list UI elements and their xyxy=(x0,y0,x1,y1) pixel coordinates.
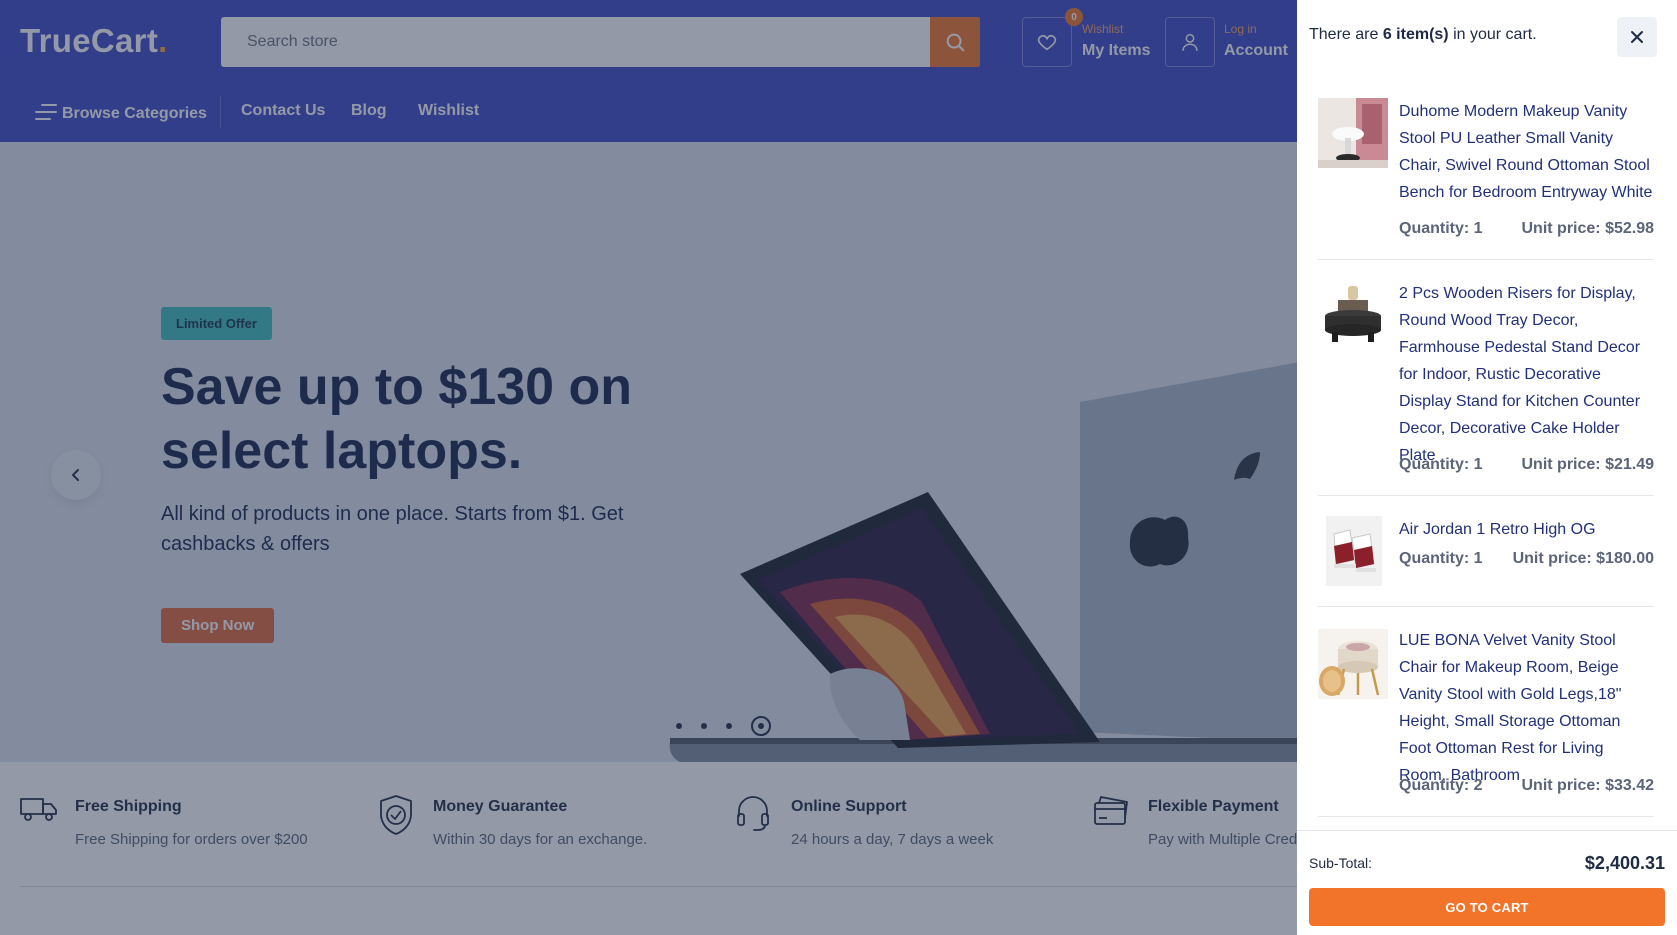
cart-drawer: There are 6 item(s) in your cart. Duhome… xyxy=(1297,0,1677,935)
cart-summary-heading: There are 6 item(s) in your cart. xyxy=(1309,26,1537,44)
product-thumbnail-air-jordan[interactable] xyxy=(1326,516,1382,586)
product-thumbnail-wooden-risers[interactable] xyxy=(1318,282,1388,352)
product-thumbnail-vanity-stool[interactable] xyxy=(1318,98,1388,168)
cart-heading-suffix: in your cart. xyxy=(1453,26,1537,43)
subtotal-label: Sub-Total: xyxy=(1309,855,1373,871)
cart-item-quantity: Quantity: 1 xyxy=(1399,456,1483,473)
cart-item: 2 Pcs Wooden Risers for Display, Round W… xyxy=(1318,260,1654,496)
cart-item-count: 6 item(s) xyxy=(1382,26,1449,43)
cart-heading-prefix: There are xyxy=(1309,26,1379,43)
modal-backdrop[interactable] xyxy=(0,0,1297,935)
cart-footer: Sub-Total: $2,400.31 GO TO CART xyxy=(1297,830,1677,935)
cart-item-list[interactable]: Duhome Modern Makeup Vanity Stool PU Lea… xyxy=(1318,78,1654,830)
go-to-cart-button[interactable]: GO TO CART xyxy=(1309,888,1665,926)
cart-item-unit-price: Unit price: $33.42 xyxy=(1521,777,1655,794)
cart-item-quantity: Quantity: 1 xyxy=(1399,220,1483,237)
cart-item-unit-price: Unit price: $52.98 xyxy=(1521,220,1655,237)
close-cart-button[interactable] xyxy=(1617,17,1657,57)
cart-item: LUE BONA Velvet Vanity Stool Chair for M… xyxy=(1318,607,1654,817)
cart-item-quantity: Quantity: 1 xyxy=(1399,550,1483,567)
cart-item-name[interactable]: Duhome Modern Makeup Vanity Stool PU Lea… xyxy=(1399,98,1654,206)
cart-item-quantity: Quantity: 2 xyxy=(1399,777,1483,794)
close-icon xyxy=(1631,31,1643,43)
product-thumbnail-velvet-stool[interactable] xyxy=(1318,629,1388,699)
cart-item-unit-price: Unit price: $21.49 xyxy=(1521,456,1655,473)
cart-item-name[interactable]: 2 Pcs Wooden Risers for Display, Round W… xyxy=(1399,280,1654,469)
cart-item-name[interactable]: LUE BONA Velvet Vanity Stool Chair for M… xyxy=(1399,627,1654,789)
cart-item: Duhome Modern Makeup Vanity Stool PU Lea… xyxy=(1318,78,1654,260)
cart-item-name[interactable]: Air Jordan 1 Retro High OG xyxy=(1399,516,1654,543)
cart-item-unit-price: Unit price: $180.00 xyxy=(1512,550,1654,567)
cart-item: Air Jordan 1 Retro High OG Quantity: 1 U… xyxy=(1318,496,1654,607)
subtotal-value: $2,400.31 xyxy=(1584,853,1665,873)
